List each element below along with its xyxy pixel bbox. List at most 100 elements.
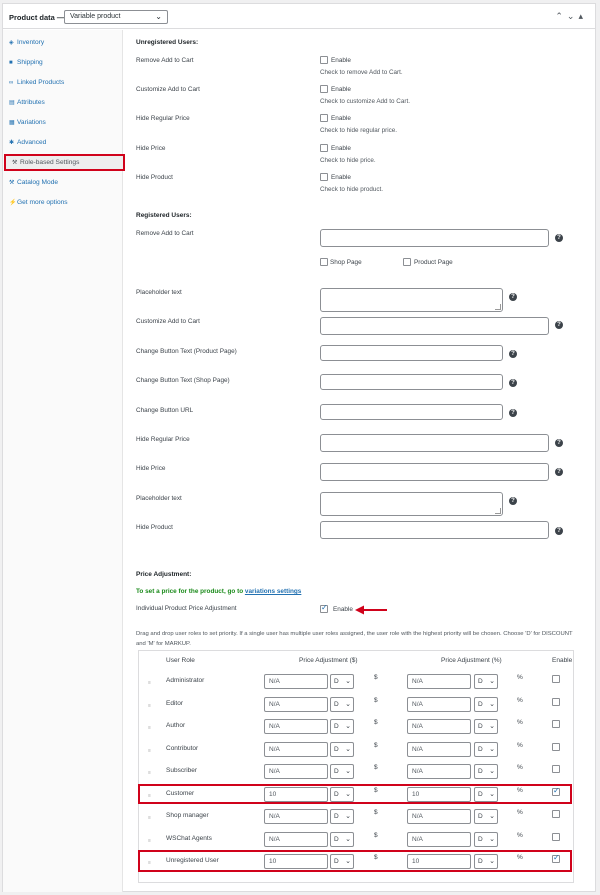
- percent-adjustment-input[interactable]: N/A: [407, 742, 471, 757]
- unreg-remove-add-to-cart-checkbox[interactable]: [320, 56, 328, 64]
- tab-attributes[interactable]: ▤ Attributes: [3, 95, 123, 112]
- fixed-type-value: D: [334, 746, 339, 753]
- help-icon[interactable]: ?: [555, 527, 563, 535]
- tab-linked-products[interactable]: ∞ Linked Products: [3, 75, 123, 92]
- product-page-checkbox[interactable]: [403, 258, 411, 266]
- drag-handle-icon[interactable]: ≡: [148, 725, 151, 731]
- fixed-adjustment-type-select[interactable]: D ⌄: [330, 832, 354, 847]
- drag-handle-icon[interactable]: ≡: [148, 815, 151, 821]
- change-button-text-product-input[interactable]: [320, 345, 503, 361]
- percent-adjustment-input[interactable]: N/A: [407, 764, 471, 779]
- role-enable-checkbox[interactable]: [552, 743, 560, 751]
- shop-page-checkbox[interactable]: [320, 258, 328, 266]
- individual-price-adjustment-checkbox[interactable]: [320, 603, 328, 613]
- drag-handle-icon[interactable]: ≡: [148, 770, 151, 776]
- tab-catalog-mode[interactable]: ⚒ Catalog Mode: [3, 175, 123, 192]
- currency-symbol: $: [374, 697, 378, 704]
- help-icon[interactable]: ?: [555, 321, 563, 329]
- percent-adjustment-input[interactable]: N/A: [407, 832, 471, 847]
- fixed-adjustment-input[interactable]: N/A: [264, 742, 328, 757]
- grid-icon: ▦: [9, 120, 15, 126]
- tab-shipping[interactable]: ■ Shipping: [3, 55, 123, 72]
- chevron-down-icon[interactable]: ⌄: [567, 11, 579, 21]
- tab-variations[interactable]: ▦ Variations: [3, 115, 123, 132]
- fixed-adjustment-type-select[interactable]: D ⌄: [330, 674, 354, 689]
- reg-remove-add-to-cart-input[interactable]: [320, 229, 549, 247]
- tab-label: Attributes: [17, 99, 45, 106]
- table-row: ≡ Shop manager N/A D ⌄ $ N/A D ⌄%: [139, 807, 575, 829]
- percent-adjustment-type-select[interactable]: D ⌄: [474, 674, 498, 689]
- fixed-adjustment-input[interactable]: N/A: [264, 719, 328, 734]
- tab-inventory[interactable]: ◈ Inventory: [3, 35, 123, 52]
- fixed-adjustment-type-select[interactable]: D ⌄: [330, 809, 354, 824]
- unreg-hide-product-checkbox[interactable]: [320, 173, 328, 181]
- percent-adjustment-type-select[interactable]: D ⌄: [474, 742, 498, 757]
- role-enable-checkbox[interactable]: [552, 698, 560, 706]
- unreg-hide-regular-price-checkbox[interactable]: [320, 114, 328, 122]
- percent-adjustment-type-select[interactable]: D ⌄: [474, 697, 498, 712]
- drag-handle-icon[interactable]: ≡: [148, 703, 151, 709]
- percent-adjustment-input[interactable]: N/A: [407, 809, 471, 824]
- percent-adjustment-input[interactable]: N/A: [407, 697, 471, 712]
- chevron-up-icon[interactable]: ⌃: [555, 11, 567, 21]
- role-name: Author: [166, 722, 186, 729]
- red-arrow-annotation: [355, 605, 387, 615]
- variations-settings-link[interactable]: variations settings: [245, 588, 301, 595]
- role-enable-checkbox[interactable]: [552, 833, 560, 841]
- help-icon[interactable]: ?: [509, 293, 517, 301]
- product-type-select[interactable]: Variable product ⌄: [64, 10, 168, 24]
- fixed-adjustment-input[interactable]: N/A: [264, 809, 328, 824]
- percent-adjustment-type-select[interactable]: D ⌄: [474, 719, 498, 734]
- percent-adjustment-type-select[interactable]: D ⌄: [474, 832, 498, 847]
- truck-icon: ■: [9, 60, 13, 66]
- unreg-hide-price-checkbox[interactable]: [320, 144, 328, 152]
- list-icon: ▤: [9, 100, 15, 106]
- fixed-adjustment-type-select[interactable]: D ⌄: [330, 697, 354, 712]
- reg-hide-regular-price-input[interactable]: [320, 434, 549, 452]
- fixed-adjustment-type-select[interactable]: D ⌄: [330, 742, 354, 757]
- enable-label: Enable: [333, 606, 353, 613]
- drag-handle-icon[interactable]: ≡: [148, 838, 151, 844]
- placeholder-text-textarea[interactable]: [320, 288, 503, 312]
- fixed-adjustment-input[interactable]: N/A: [264, 832, 328, 847]
- collapse-icon[interactable]: ▴: [578, 11, 587, 21]
- reg-hide-product-input[interactable]: [320, 521, 549, 539]
- role-enable-checkbox[interactable]: [552, 675, 560, 683]
- fixed-adjustment-type-select[interactable]: D ⌄: [330, 764, 354, 779]
- currency-symbol: $: [374, 719, 378, 726]
- tab-get-more-options[interactable]: ⚡Get more options: [3, 195, 123, 212]
- fixed-adjustment-input[interactable]: N/A: [264, 697, 328, 712]
- help-icon[interactable]: ?: [555, 234, 563, 242]
- help-icon[interactable]: ?: [555, 468, 563, 476]
- help-icon[interactable]: ?: [509, 497, 517, 505]
- highlight-unregistered-row: [138, 850, 572, 872]
- percent-adjustment-input[interactable]: N/A: [407, 719, 471, 734]
- help-icon[interactable]: ?: [509, 379, 517, 387]
- table-row: ≡ Author N/A D ⌄ $ N/A D ⌄%: [139, 717, 575, 739]
- fixed-adjustment-input[interactable]: N/A: [264, 764, 328, 779]
- reg-customize-add-to-cart-input[interactable]: [320, 317, 549, 335]
- change-button-url-input[interactable]: [320, 404, 503, 420]
- table-row: ≡ Contributor N/A D ⌄ $ N/A D ⌄%: [139, 740, 575, 762]
- help-icon[interactable]: ?: [509, 350, 517, 358]
- help-icon[interactable]: ?: [509, 409, 517, 417]
- tab-role-based-settings[interactable]: ⚒ Role-based Settings: [4, 154, 125, 171]
- fixed-adjustment-input[interactable]: N/A: [264, 674, 328, 689]
- unreg-customize-add-to-cart-checkbox[interactable]: [320, 85, 328, 93]
- role-enable-checkbox[interactable]: [552, 765, 560, 773]
- role-enable-checkbox[interactable]: [552, 720, 560, 728]
- role-enable-checkbox[interactable]: [552, 810, 560, 818]
- tab-label: Catalog Mode: [17, 179, 59, 186]
- chevron-down-icon: ⌄: [345, 723, 351, 730]
- tab-advanced[interactable]: ✱ Advanced: [3, 135, 123, 152]
- placeholder-text-textarea-2[interactable]: [320, 492, 503, 516]
- drag-handle-icon[interactable]: ≡: [148, 748, 151, 754]
- percent-adjustment-type-select[interactable]: D ⌄: [474, 809, 498, 824]
- reg-hide-price-input[interactable]: [320, 463, 549, 481]
- percent-adjustment-input[interactable]: N/A: [407, 674, 471, 689]
- change-button-text-shop-input[interactable]: [320, 374, 503, 390]
- help-icon[interactable]: ?: [555, 439, 563, 447]
- percent-adjustment-type-select[interactable]: D ⌄: [474, 764, 498, 779]
- drag-handle-icon[interactable]: ≡: [148, 680, 151, 686]
- fixed-adjustment-type-select[interactable]: D ⌄: [330, 719, 354, 734]
